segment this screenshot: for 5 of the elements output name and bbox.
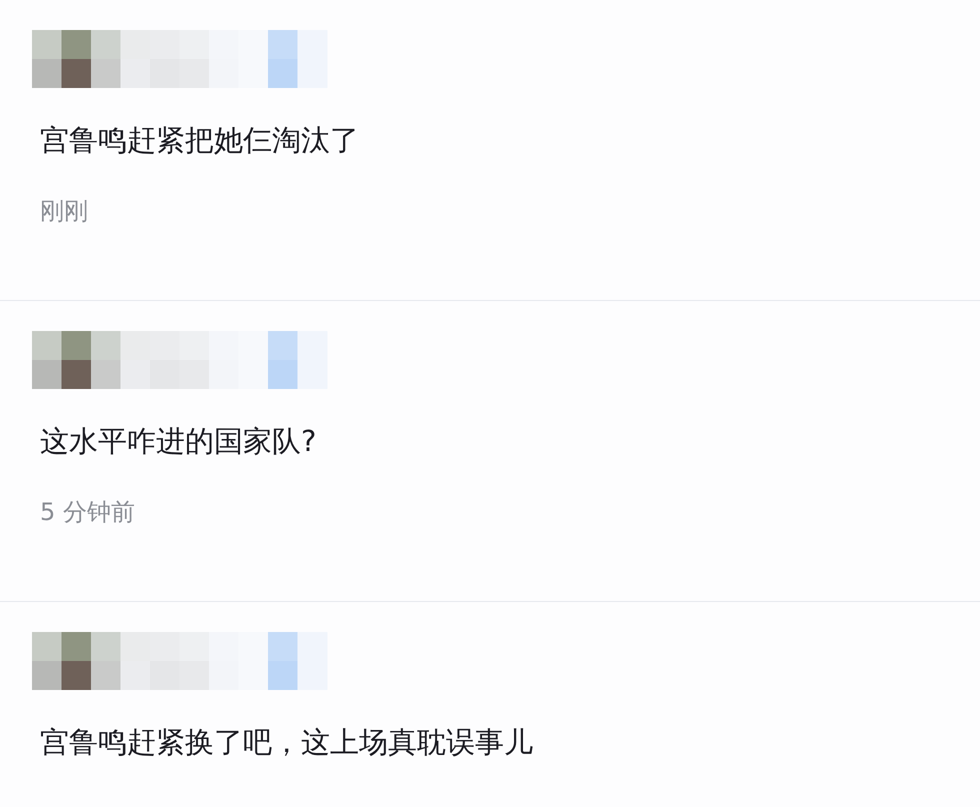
comment-text: 宫鲁鸣赶紧把她仨淘汰了 (40, 122, 360, 159)
comment-time: 5 分钟前 (40, 497, 136, 528)
comment-time: 刚刚 (40, 196, 89, 227)
comment-text: 这水平咋进的国家队? (40, 423, 318, 460)
comment-text: 宫鲁鸣赶紧换了吧，这上场真耽误事儿 (40, 724, 534, 761)
